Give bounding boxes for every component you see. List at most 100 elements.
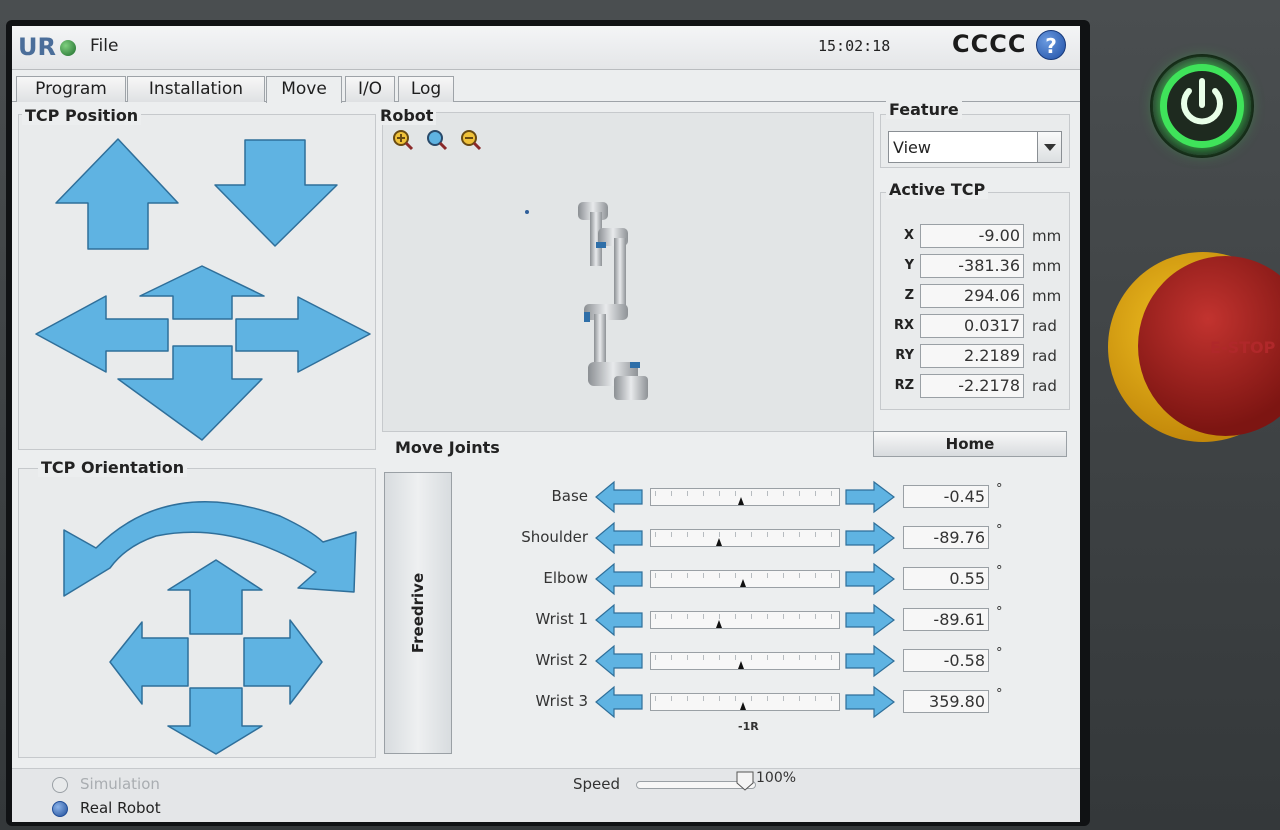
- tcp-orientation-arrows: [63, 501, 357, 755]
- move-down-button[interactable]: [214, 139, 338, 247]
- joint-slider[interactable]: [650, 693, 840, 711]
- joint-slider-ticks: [655, 532, 835, 537]
- tab-io[interactable]: I/O: [345, 76, 395, 102]
- move-left-button[interactable]: [35, 295, 169, 373]
- joint-slider[interactable]: [650, 488, 840, 506]
- tcp-target-dot: [525, 210, 529, 214]
- feature-selected-value: View: [893, 138, 931, 157]
- joint-increase-button[interactable]: [844, 480, 896, 514]
- tcp-position-arrows: [35, 138, 371, 441]
- tab-program[interactable]: Program: [16, 76, 126, 102]
- joint-unit: °: [996, 646, 1003, 661]
- real-robot-radio[interactable]: [52, 801, 68, 817]
- file-menu[interactable]: File: [90, 36, 118, 56]
- joint-value: -0.45: [903, 485, 989, 508]
- speed-slider-handle[interactable]: [736, 771, 754, 791]
- home-button[interactable]: Home: [873, 431, 1067, 457]
- tcp-unit: rad: [1032, 377, 1057, 395]
- robot-arm-model: [578, 202, 648, 400]
- joint-value: 359.80: [903, 690, 989, 713]
- joint-value: -89.76: [903, 526, 989, 549]
- joint-name: Base: [551, 487, 588, 505]
- joint-slider[interactable]: [650, 529, 840, 547]
- clock: 15:02:18: [818, 37, 891, 55]
- joint-value: -89.61: [903, 608, 989, 631]
- move-backward-button[interactable]: [117, 345, 263, 441]
- bottom-bar: Simulation Real Robot Speed 100%: [12, 768, 1080, 822]
- joint-unit: °: [996, 482, 1003, 497]
- joint-position-marker[interactable]: [738, 661, 745, 669]
- tcp-unit: mm: [1032, 227, 1062, 245]
- freedrive-label: Freedrive: [409, 572, 427, 654]
- help-icon[interactable]: ?: [1036, 30, 1066, 60]
- joint-decrease-button[interactable]: [594, 603, 644, 637]
- joint-value: 0.55: [903, 567, 989, 590]
- tcp-unit: rad: [1032, 317, 1057, 335]
- joint-slider[interactable]: [650, 611, 840, 629]
- tcp-unit: mm: [1032, 287, 1062, 305]
- tcp-label: RY: [895, 348, 914, 363]
- simulation-radio[interactable]: [52, 777, 68, 793]
- joint-row-wrist-2: Wrist 2 -0.58 °: [482, 642, 1072, 678]
- tcp-unit: mm: [1032, 257, 1062, 275]
- tab-move[interactable]: Move: [266, 76, 342, 103]
- joint-position-marker[interactable]: [740, 579, 746, 587]
- freedrive-button[interactable]: Freedrive: [384, 472, 452, 754]
- joint-increase-button[interactable]: [844, 562, 896, 596]
- joint-increase-button[interactable]: [844, 603, 896, 637]
- tcp-value-y: -381.36: [920, 254, 1024, 278]
- joint-decrease-button[interactable]: [594, 562, 644, 596]
- chevron-down-icon[interactable]: [1037, 132, 1061, 162]
- zoom-in-icon[interactable]: [390, 128, 416, 152]
- joint-decrease-button[interactable]: [594, 480, 644, 514]
- joint-position-marker[interactable]: [716, 538, 723, 546]
- speed-label: Speed: [573, 775, 621, 793]
- tab-bar: Program Installation Move I/O Log: [12, 74, 1080, 103]
- joint-row-shoulder: Shoulder -89.76 °: [482, 519, 1072, 555]
- robot-name: CCCC: [952, 30, 1027, 58]
- rotate-right-button[interactable]: [243, 619, 323, 705]
- zoom-reset-icon[interactable]: [424, 128, 450, 152]
- joint-slider-ticks: [655, 655, 835, 660]
- rotate-backward-button[interactable]: [167, 687, 263, 755]
- move-right-button[interactable]: [235, 296, 371, 373]
- joint-increase-button[interactable]: [844, 644, 896, 678]
- joint-row-wrist-3: Wrist 3 359.80 °: [482, 683, 1072, 719]
- tcp-row-z: Z 294.06 mm: [888, 284, 1074, 308]
- joint-increase-button[interactable]: [844, 521, 896, 555]
- tcp-label: RX: [893, 318, 914, 333]
- joint-name: Wrist 1: [535, 610, 589, 628]
- move-joints-title: Move Joints: [395, 438, 500, 457]
- joint-slider-ticks: [655, 614, 835, 619]
- move-up-button[interactable]: [55, 138, 179, 250]
- tcp-value-ry: 2.2189: [920, 344, 1024, 368]
- tab-log[interactable]: Log: [398, 76, 454, 102]
- joint-unit: °: [996, 687, 1003, 702]
- joint-decrease-button[interactable]: [594, 685, 644, 719]
- joint-position-marker[interactable]: [716, 620, 723, 628]
- joint-unit: °: [996, 523, 1003, 538]
- joint-row-elbow: Elbow 0.55 °: [482, 560, 1072, 596]
- feature-dropdown[interactable]: View: [888, 131, 1062, 163]
- joint-slider[interactable]: [650, 570, 840, 588]
- joint-name: Wrist 2: [535, 651, 589, 669]
- joint-increase-button[interactable]: [844, 685, 896, 719]
- estop-label: E-STOP: [1210, 338, 1276, 357]
- tcp-row-y: Y -381.36 mm: [888, 254, 1074, 278]
- joint-position-marker[interactable]: [740, 702, 746, 710]
- globe-icon: [60, 40, 76, 56]
- rotate-forward-button[interactable]: [167, 559, 263, 635]
- joint-name: Wrist 3: [535, 692, 589, 710]
- joint-unit: °: [996, 564, 1003, 579]
- zoom-out-icon[interactable]: [458, 128, 484, 152]
- joint-slider[interactable]: [650, 652, 840, 670]
- joint-slider-ticks: [655, 573, 835, 578]
- joint-row-wrist-1: Wrist 1 -89.61 °: [482, 601, 1072, 637]
- joint-position-marker[interactable]: [738, 497, 745, 505]
- tab-installation[interactable]: Installation: [127, 76, 265, 102]
- rotate-left-button[interactable]: [109, 621, 189, 705]
- joint-decrease-button[interactable]: [594, 644, 644, 678]
- joint-decrease-button[interactable]: [594, 521, 644, 555]
- move-forward-button[interactable]: [139, 265, 265, 320]
- power-icon: [1181, 78, 1223, 125]
